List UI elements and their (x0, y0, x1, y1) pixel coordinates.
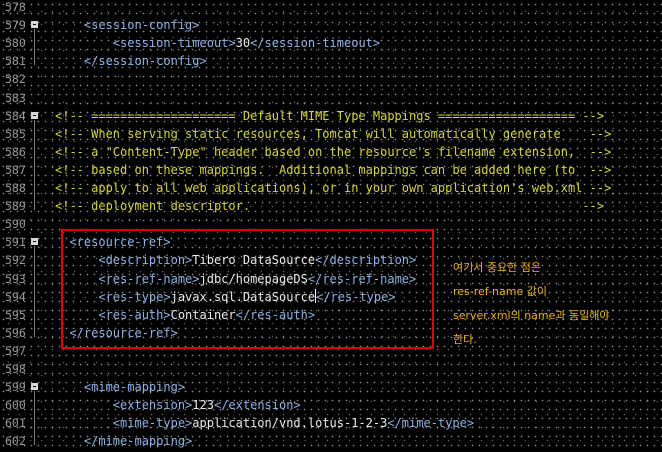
line-number: 600 (5, 398, 26, 413)
tag-value: application/vnd.lotus-1-2-3 (192, 416, 388, 431)
code-editor[interactable]: 602 </mime-mapping> 601 <mime-type>applic… (0, 0, 662, 452)
xml-tag: </mime-mapping> (55, 434, 193, 449)
code-text: <extension>123</extension> (55, 396, 301, 414)
code-text: <session-timeout>30</session-timeout> (55, 34, 380, 52)
line-number: 578 (5, 0, 26, 14)
tag-value: 30 (235, 36, 251, 51)
line-number: 592 (5, 253, 26, 268)
annotation-line-3: server.xml의 name과 동일해야 (453, 309, 610, 322)
code-line[interactable]: 581 </session-config> (0, 52, 662, 70)
comment-text: <!-- ==================== Default MIME T… (55, 108, 605, 123)
xml-tag: <mime-type> (55, 416, 193, 431)
line-number: 591 (5, 235, 26, 250)
code-line[interactable]: 598 (0, 360, 662, 378)
xml-tag: </session-config> (55, 54, 207, 69)
code-text: <mime-type>application/vnd.lotus-1-2-3</… (55, 414, 474, 432)
annotation-note: 여기서 중요한 점은 res-ref-name 값이 server.xml의 n… (453, 256, 653, 352)
code-text: <!-- When serving static resources, Tomc… (55, 125, 611, 143)
code-text: <!-- based on these mappings. Additional… (55, 161, 611, 179)
xml-tag: <session-config> (55, 18, 200, 33)
code-line[interactable]: 600 <extension>123</extension> (0, 396, 662, 414)
comment-text: <!-- based on these mappings. Additional… (55, 162, 612, 177)
line-number: 579 (5, 18, 26, 33)
comment-text: <!-- deployment descriptor. --> (55, 199, 605, 214)
line-number: 588 (5, 181, 26, 195)
line-number: 598 (5, 362, 26, 376)
highlight-box (61, 229, 434, 349)
line-number: 583 (5, 90, 26, 105)
line-number: 581 (5, 54, 26, 69)
code-line[interactable]: 579 <session-config> (0, 16, 662, 34)
comment-text: <!-- a "Content-Type" header based on th… (55, 144, 612, 159)
line-number: 595 (5, 307, 26, 322)
code-line[interactable]: 586 <!-- a "Content-Type" header based on… (0, 143, 662, 161)
fold-toggle-icon[interactable] (31, 21, 38, 29)
code-line[interactable]: 583 (0, 89, 662, 107)
line-number: 585 (5, 126, 26, 141)
xml-tag: <mime-mapping> (55, 380, 186, 395)
annotation-line-4: 한다. (453, 333, 477, 346)
code-text: </session-config> (55, 52, 207, 70)
line-number: 602 (5, 434, 26, 449)
fold-toggle-icon[interactable] (31, 238, 38, 246)
annotation-line-2: res-ref-name 값이 (453, 285, 547, 298)
line-number: 589 (5, 199, 26, 214)
line-number: 601 (5, 416, 26, 431)
xml-tag: <extension> (55, 398, 193, 413)
line-number: 593 (5, 271, 26, 286)
code-line[interactable]: 578 (0, 0, 662, 16)
line-number: 590 (5, 217, 26, 232)
line-number: 586 (5, 144, 26, 159)
code-text: <!-- ==================== Default MIME T… (55, 107, 604, 125)
line-number: 587 (5, 162, 26, 177)
code-line[interactable]: 580 <session-timeout>30</session-timeout… (0, 34, 662, 52)
code-line[interactable]: 599 <mime-mapping> (0, 378, 662, 396)
code-text: <!-- deployment descriptor. --> (55, 197, 604, 215)
line-number: 599 (5, 380, 26, 395)
code-line[interactable]: 584 <!-- ==================== Default MIM… (0, 107, 662, 125)
tag-value: 123 (192, 398, 214, 413)
code-text: </mime-mapping> (55, 432, 192, 450)
xml-tag: <session-timeout> (55, 36, 236, 51)
xml-tag: </session-timeout> (250, 36, 381, 51)
code-text: <!-- apply to all web applications), or … (55, 179, 611, 197)
code-line[interactable]: 589 <!-- deployment descriptor. --> (0, 197, 662, 215)
annotation-line-1: 여기서 중요한 점은 (453, 261, 541, 274)
code-line[interactable]: 587 <!-- based on these mappings. Additio… (0, 161, 662, 179)
xml-tag: </extension> (213, 398, 301, 413)
code-line[interactable]: 588 <!-- apply to all web applications), … (0, 179, 662, 197)
code-line[interactable]: 585 <!-- When serving static resources, T… (0, 125, 662, 143)
comment-text: <!-- apply to all web applications), or … (55, 181, 612, 195)
line-number: 584 (5, 108, 26, 123)
line-number: 580 (5, 36, 26, 51)
fold-toggle-icon[interactable] (31, 383, 38, 391)
code-text: <session-config> (55, 16, 200, 34)
line-number: 597 (5, 343, 26, 358)
line-number: 594 (5, 289, 26, 304)
code-line[interactable]: 582 (0, 70, 662, 88)
xml-tag: </mime-type> (387, 416, 475, 431)
code-line[interactable]: 601 <mime-type>application/vnd.lotus-1-2… (0, 414, 662, 432)
code-line[interactable]: 602 </mime-mapping> (0, 432, 662, 450)
line-number: 582 (5, 72, 26, 87)
fold-toggle-icon[interactable] (31, 111, 38, 119)
line-number: 596 (5, 325, 26, 340)
comment-text: <!-- When serving static resources, Tomc… (55, 126, 612, 141)
code-text: <mime-mapping> (55, 378, 185, 396)
code-text: <!-- a "Content-Type" header based on th… (55, 143, 611, 161)
